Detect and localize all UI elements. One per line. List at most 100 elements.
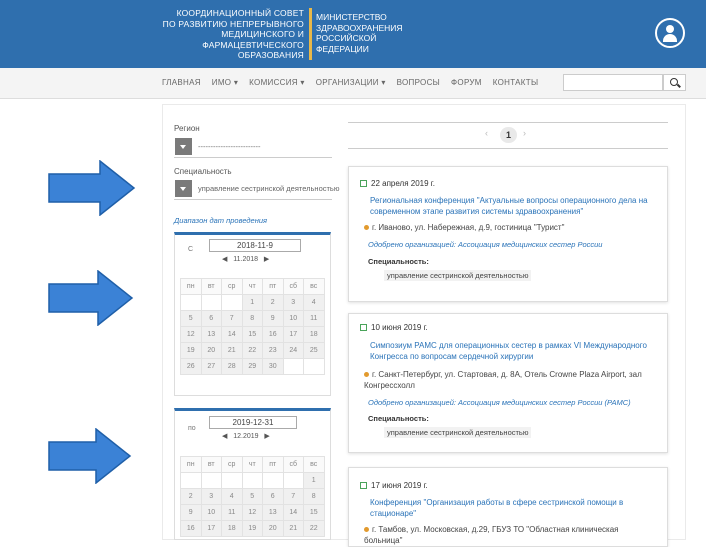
nav-imo[interactable]: ИМО ▾ [212,78,238,87]
calendar-day[interactable]: 19 [181,343,202,359]
calendar-day[interactable]: 14 [283,505,304,521]
pager-current[interactable]: 1 [500,127,517,143]
calendar-day[interactable]: 21 [283,521,304,537]
calendar-day[interactable]: 4 [222,489,243,505]
calendar-empty-cell [242,473,263,489]
event-organizer-link[interactable]: Одобрено организацией: Ассоциация медици… [368,398,631,407]
weekday-header: вс [304,279,325,295]
calendar-day[interactable]: 24 [283,343,304,359]
event-date-text: 10 июня 2019 г. [371,323,428,332]
event-title-link[interactable]: Конференция "Организация работы в сфере … [370,497,660,519]
pager-next[interactable]: › [523,128,526,138]
calendar-day[interactable]: 1 [304,473,325,489]
calendar-day[interactable]: 8 [242,311,263,327]
search-button[interactable] [663,74,686,91]
council-logo-text[interactable]: КООРДИНАЦИОННЫЙ СОВЕТ ПО РАЗВИТИЮ НЕПРЕР… [150,8,304,61]
nav-forum[interactable]: ФОРУМ [451,78,482,87]
calendar-day[interactable]: 29 [242,359,263,375]
weekday-header: пт [263,279,284,295]
calendar-day[interactable]: 7 [222,311,243,327]
calendar-day[interactable]: 12 [242,505,263,521]
specialty-dropdown-button[interactable] [175,180,192,197]
user-icon[interactable] [655,18,685,48]
search-input[interactable] [563,74,663,91]
calendar-day[interactable]: 4 [304,295,325,311]
calendar-empty-cell [181,473,202,489]
calendar-day[interactable]: 23 [263,343,284,359]
nav-organizations[interactable]: ОРГАНИЗАЦИИ ▾ [316,78,386,87]
calendar-day[interactable]: 2 [263,295,284,311]
nav-home[interactable]: ГЛАВНАЯ [162,78,201,87]
calendar-day[interactable]: 28 [222,359,243,375]
calendar-day[interactable]: 25 [304,343,325,359]
calendar-day[interactable]: 11 [304,311,325,327]
calendar-day[interactable]: 3 [283,295,304,311]
calendar-day[interactable]: 12 [181,327,202,343]
calendar-day[interactable]: 1 [242,295,263,311]
calendar-day[interactable]: 19 [242,521,263,537]
calendar-to-input[interactable]: 2019-12-31 [209,416,297,429]
calendar-day[interactable]: 30 [263,359,284,375]
calendar-day[interactable]: 10 [201,505,222,521]
calendar-day[interactable]: 18 [222,521,243,537]
calendar-day[interactable]: 5 [242,489,263,505]
ministry-line: РОССИЙСКОЙ [316,33,377,43]
calendar-day[interactable]: 15 [242,327,263,343]
calendar-day[interactable]: 7 [283,489,304,505]
calendar-day[interactable]: 18 [304,327,325,343]
region-underline [174,157,332,158]
calendar-day[interactable]: 20 [263,521,284,537]
calendar-day[interactable]: 22 [242,343,263,359]
event-title-link[interactable]: Региональная конференция "Актуальные воп… [370,195,660,217]
calendar-day[interactable]: 20 [201,343,222,359]
calendar-to-prev[interactable]: ◀ [222,433,227,440]
calendar-day[interactable]: 21 [222,343,243,359]
region-select[interactable]: ------------------------- [198,142,260,151]
calendar-day[interactable]: 10 [283,311,304,327]
nav-questions[interactable]: ВОПРОСЫ [397,78,440,87]
nav-commission[interactable]: КОМИССИЯ ▾ [249,78,305,87]
calendar-day[interactable]: 16 [181,521,202,537]
calendar-day[interactable]: 17 [283,327,304,343]
region-dropdown-button[interactable] [175,138,192,155]
calendar-from-next[interactable]: ▶ [264,256,269,263]
calendar-day[interactable]: 2 [181,489,202,505]
calendar-from-input[interactable]: 2018-11-9 [209,239,301,252]
calendar-empty-cell [263,473,284,489]
event-organizer-link[interactable]: Одобрено организацией: Ассоциация медици… [368,240,602,249]
date-range-link[interactable]: Диапазон дат проведения [174,216,267,225]
calendar-day[interactable]: 6 [201,311,222,327]
calendar-day[interactable]: 15 [304,505,325,521]
calendar-day[interactable]: 13 [201,327,222,343]
ministry-logo-text[interactable]: МИНИСТЕРСТВО ЗДРАВООХРАНЕНИЯ РОССИЙСКОЙ … [316,12,426,54]
ministry-line: ФЕДЕРАЦИИ [316,43,369,54]
calendar-day[interactable]: 3 [201,489,222,505]
calendar-day[interactable]: 27 [201,359,222,375]
event-title-link[interactable]: Симпозиум РАМС для операционных сестер в… [370,340,660,362]
calendar-day[interactable]: 13 [263,505,284,521]
council-line: ОБРАЗОВАНИЯ [237,50,304,60]
calendar-empty-cell [222,295,243,311]
specialty-select[interactable]: управление сестринской деятельностью [198,184,339,193]
calendar-day[interactable]: 6 [263,489,284,505]
calendar-day[interactable]: 14 [222,327,243,343]
council-line: ПО РАЗВИТИЮ НЕПРЕРЫВНОГО [162,18,304,29]
calendar-from-prev[interactable]: ◀ [222,256,227,263]
calendar-day[interactable]: 16 [263,327,284,343]
pager-prev[interactable]: ‹ [485,128,488,138]
event-specialty-tag: управление сестринской деятельностью [384,427,532,438]
nav-contacts[interactable]: КОНТАКТЫ [493,78,539,87]
calendar-day[interactable]: 22 [304,521,325,537]
council-line: МЕДИЦИНСКОГО И [221,29,304,39]
calendar-day[interactable]: 9 [263,311,284,327]
event-location-text: г. Санкт-Петербург, ул. Стартовая, д. 8А… [364,370,642,390]
calendar-day[interactable]: 8 [304,489,325,505]
calendar-day[interactable]: 26 [181,359,202,375]
calendar-day[interactable]: 17 [201,521,222,537]
calendar-day[interactable]: 9 [181,505,202,521]
calendar-day[interactable]: 5 [181,311,202,327]
weekday-header: сб [283,457,304,473]
calendar-to-next[interactable]: ▶ [264,433,269,440]
calendar-day[interactable]: 11 [222,505,243,521]
weekday-header: сб [283,279,304,295]
